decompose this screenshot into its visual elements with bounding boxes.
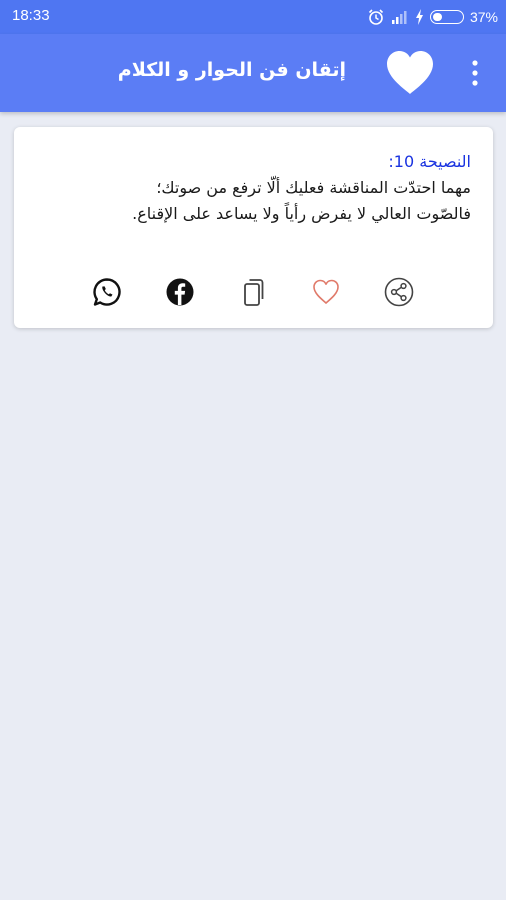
app-title: إتقان فن الحوار و الكلام [117, 59, 346, 81]
app-bar: إتقان فن الحوار و الكلام [0, 34, 506, 112]
more-vert-icon [472, 60, 478, 86]
share-button[interactable] [384, 277, 414, 307]
tip-text-line-2: فالصّوت العالي لا يفرض رأياً ولا يساعد ع… [132, 204, 471, 223]
status-bar: 18:33 37% [0, 0, 506, 34]
facebook-share-button[interactable] [165, 277, 195, 307]
tip-text-line-1: مهما احتدّت المناقشة فعليك ألّا ترفع من … [156, 178, 471, 197]
status-time: 18:33 [12, 7, 50, 24]
whatsapp-icon [93, 278, 121, 306]
facebook-icon [166, 278, 194, 306]
whatsapp-share-button[interactable] [92, 277, 122, 307]
tip-heading: النصيحة 10: [388, 152, 471, 171]
heart-icon [387, 51, 433, 94]
share-icon [384, 277, 414, 307]
charging-icon [415, 9, 423, 25]
tip-card: النصيحة 10: مهما احتدّت المناقشة فعليك أ… [14, 127, 493, 328]
copy-icon [244, 279, 264, 306]
favorites-button[interactable] [384, 49, 436, 97]
alarm-icon [368, 9, 384, 25]
copy-button[interactable] [238, 277, 268, 307]
favorite-button[interactable] [311, 277, 341, 307]
signal-icon [391, 11, 407, 24]
overflow-menu-button[interactable] [464, 56, 486, 90]
favorite-outline-icon [313, 279, 339, 304]
status-icons: 37% [367, 6, 498, 28]
battery-percent: 37% [469, 9, 498, 25]
battery-icon [429, 10, 464, 24]
